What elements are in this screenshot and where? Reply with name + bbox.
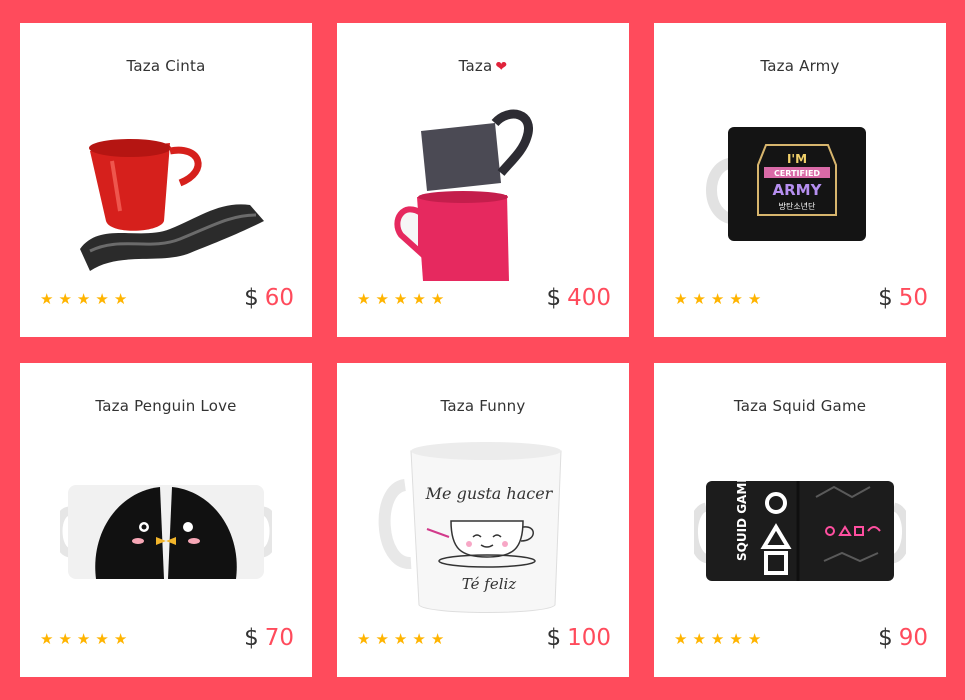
product-card[interactable]: Taza Squid Game SQUID GAME ★ ★ ★ ★ ★ $ 9… (654, 363, 946, 677)
product-title-text: Taza Penguin Love (95, 397, 237, 415)
star-icon: ★ (40, 290, 54, 308)
product-price: $400 (546, 285, 611, 311)
star-icon: ★ (357, 290, 371, 308)
product-title-text: Taza (458, 57, 493, 75)
product-title[interactable]: Taza ❤ (337, 57, 629, 75)
star-icon: ★ (729, 290, 743, 308)
price-amount: 90 (898, 625, 928, 651)
product-image-penguin-mugs[interactable] (60, 441, 272, 621)
product-title[interactable]: Taza Squid Game (654, 397, 946, 415)
price-amount: 100 (567, 625, 611, 651)
army-text-line2: CERTIFIED (774, 169, 820, 178)
product-price: $50 (878, 285, 928, 311)
product-title[interactable]: Taza Army (654, 57, 946, 75)
rating-stars: ★ ★ ★ ★ ★ (674, 632, 761, 647)
product-title[interactable]: Taza Penguin Love (20, 397, 312, 415)
product-title-text: Taza Cinta (126, 57, 206, 75)
product-title[interactable]: Taza Funny (337, 397, 629, 415)
product-image-red-cup[interactable] (60, 101, 272, 281)
star-icon: ★ (692, 290, 706, 308)
price-currency: $ (878, 625, 893, 651)
product-image-funny-mug[interactable]: Me gusta hacer Té feliz (377, 433, 589, 623)
product-image-squid-game-mug[interactable]: SQUID GAME (694, 441, 906, 621)
product-price: $60 (244, 285, 294, 311)
product-card[interactable]: Taza Penguin Love ★ ★ ★ ★ ★ $ 70 (20, 363, 312, 677)
price-amount: 60 (264, 285, 294, 311)
star-icon: ★ (357, 630, 371, 648)
star-icon: ★ (412, 290, 426, 308)
squid-game-logo-text: SQUID GAME (735, 475, 749, 561)
price-currency: $ (546, 285, 562, 311)
product-title-text: Taza Army (760, 57, 840, 75)
star-icon: ★ (95, 290, 109, 308)
star-icon: ★ (674, 630, 688, 648)
product-card[interactable]: Taza Funny Me gusta hacer Té feliz ★ ★ ★… (337, 363, 629, 677)
star-icon: ★ (674, 290, 688, 308)
star-icon: ★ (729, 630, 743, 648)
product-image-heart-mugs[interactable] (377, 101, 589, 281)
star-icon: ★ (76, 630, 91, 648)
rating-stars: ★ ★ ★ ★ ★ (674, 292, 761, 307)
army-text-line1: I'M (787, 152, 807, 166)
star-icon: ★ (747, 290, 762, 308)
army-text-line3: ARMY (773, 181, 823, 199)
product-price: $100 (546, 625, 611, 651)
price-currency: $ (244, 625, 259, 651)
army-text-line4: 방탄소년단 (779, 201, 816, 211)
star-icon: ★ (393, 630, 408, 648)
product-card[interactable]: Taza Army I'M CERTIFIED ARMY 방탄소년단 ★ ★ ★… (654, 23, 946, 337)
price-amount: 50 (898, 285, 928, 311)
star-icon: ★ (393, 290, 408, 308)
star-icon: ★ (430, 290, 445, 308)
funny-text-line1: Me gusta hacer (425, 484, 554, 503)
rating-stars: ★ ★ ★ ★ ★ (40, 632, 127, 647)
star-icon: ★ (375, 290, 389, 308)
star-icon: ★ (375, 630, 389, 648)
star-icon: ★ (58, 630, 72, 648)
rating-stars: ★ ★ ★ ★ ★ (40, 292, 127, 307)
rating-stars: ★ ★ ★ ★ ★ (357, 292, 444, 307)
product-grid: Taza Cinta ★ ★ ★ ★ ★ $60 Taza ❤ ★ ★ ★ ★ … (0, 0, 965, 700)
star-icon: ★ (113, 630, 128, 648)
star-icon: ★ (113, 290, 128, 308)
star-icon: ★ (412, 630, 426, 648)
star-icon: ★ (692, 630, 706, 648)
price-currency: $ (878, 285, 893, 311)
star-icon: ★ (747, 630, 762, 648)
star-icon: ★ (95, 630, 109, 648)
price-amount: 400 (567, 285, 611, 311)
price-amount: 70 (264, 625, 294, 651)
price-currency: $ (546, 625, 562, 651)
star-icon: ★ (76, 290, 91, 308)
funny-text-line2: Té feliz (462, 575, 517, 593)
star-icon: ★ (430, 630, 445, 648)
star-icon: ★ (710, 290, 725, 308)
product-price: $90 (878, 625, 928, 651)
product-price: $70 (244, 625, 294, 651)
star-icon: ★ (40, 630, 54, 648)
price-currency: $ (244, 285, 259, 311)
product-title[interactable]: Taza Cinta (20, 57, 312, 75)
product-title-text: Taza Funny (440, 397, 526, 415)
heart-icon: ❤ (495, 59, 508, 75)
rating-stars: ★ ★ ★ ★ ★ (357, 632, 444, 647)
product-card[interactable]: Taza Cinta ★ ★ ★ ★ ★ $60 (20, 23, 312, 337)
product-title-text: Taza Squid Game (733, 397, 867, 415)
product-image-army-mug[interactable]: I'M CERTIFIED ARMY 방탄소년단 (694, 101, 906, 281)
product-card[interactable]: Taza ❤ ★ ★ ★ ★ ★ $400 (337, 23, 629, 337)
star-icon: ★ (710, 630, 725, 648)
star-icon: ★ (58, 290, 72, 308)
